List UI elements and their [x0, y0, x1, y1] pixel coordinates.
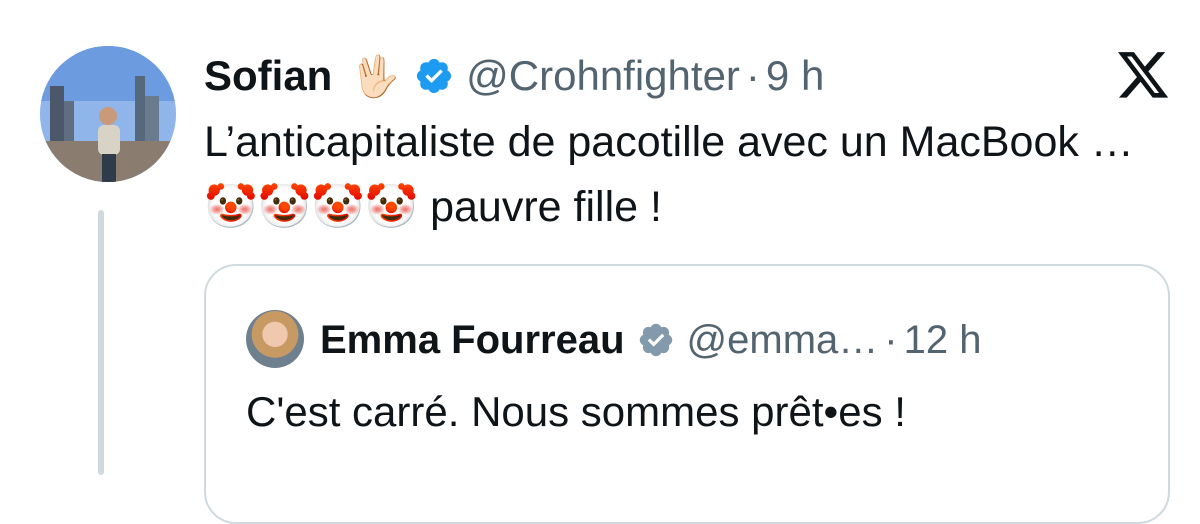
- x-logo-icon: [1118, 52, 1169, 98]
- quoted-author-avatar[interactable]: [246, 310, 304, 368]
- author-name[interactable]: Sofian: [204, 52, 332, 100]
- tweet-header: Sofian 🖖🏻 @Crohnfighter · 9 h: [204, 48, 824, 104]
- verified-badge-icon: [417, 58, 452, 94]
- quoted-tweet-timestamp[interactable]: 12 h: [904, 318, 982, 363]
- tweet-timestamp[interactable]: 9 h: [766, 52, 824, 100]
- quoted-tweet-header: Emma Fourreau @emma… · 12 h: [320, 310, 981, 370]
- verified-badge-icon: [639, 323, 672, 357]
- author-handle[interactable]: @Crohnfighter: [466, 52, 740, 100]
- quoted-tweet-card[interactable]: Emma Fourreau @emma… · 12 h C'est carré.…: [204, 264, 1170, 524]
- author-avatar[interactable]: [40, 46, 176, 182]
- thread-connector-line: [98, 210, 104, 475]
- quoted-header-separator: ·: [884, 317, 898, 362]
- quoted-author-name[interactable]: Emma Fourreau: [320, 318, 625, 363]
- header-separator: ·: [745, 52, 760, 99]
- quoted-tweet-text: C'est carré. Nous sommes prêt•es !: [246, 388, 906, 435]
- quoted-author-handle[interactable]: @emma…: [687, 318, 879, 363]
- author-emoji: 🖖🏻: [350, 54, 401, 99]
- tweet-text: L’anticapitaliste de pacotille avec un M…: [204, 118, 1134, 231]
- avatar-photo: [40, 46, 176, 182]
